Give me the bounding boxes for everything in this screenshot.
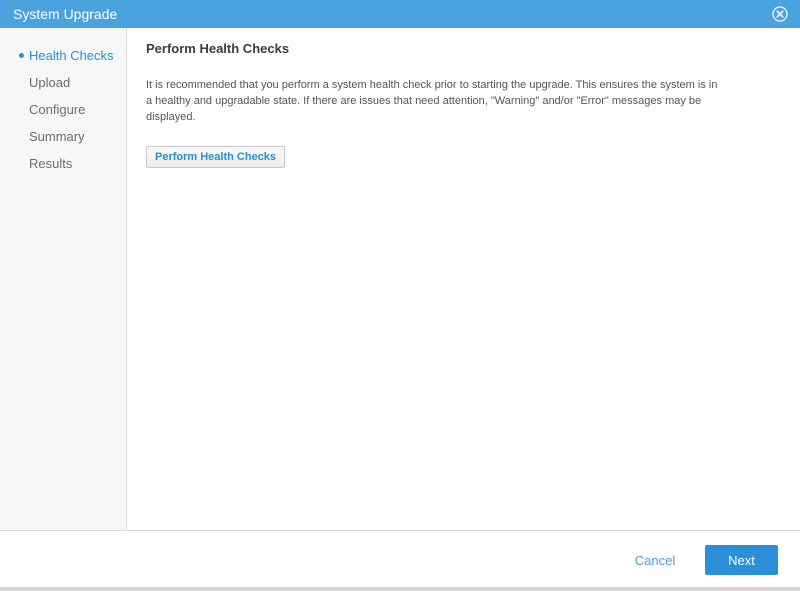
active-step-bullet-icon — [19, 53, 24, 58]
cancel-button[interactable]: Cancel — [624, 550, 686, 570]
step-health-checks[interactable]: Health Checks — [19, 48, 114, 63]
step-label: Results — [29, 156, 73, 171]
dialog-footer: Cancel Next — [0, 530, 800, 587]
step-summary[interactable]: Summary — [29, 129, 85, 144]
step-label: Summary — [29, 129, 85, 144]
next-button[interactable]: Next — [705, 545, 778, 575]
main-content: Perform Health Checks It is recommended … — [127, 28, 800, 530]
step-label: Upload — [29, 75, 71, 90]
close-icon[interactable] — [772, 6, 788, 22]
step-upload[interactable]: Upload — [29, 75, 70, 90]
step-configure[interactable]: Configure — [29, 102, 85, 117]
section-heading: Perform Health Checks — [146, 41, 290, 56]
step-label: Health Checks — [29, 48, 114, 63]
step-label: Configure — [29, 102, 86, 117]
perform-health-checks-button[interactable]: Perform Health Checks — [146, 146, 286, 168]
title-bar: System Upgrade — [0, 0, 800, 28]
wizard-steps-sidebar: Health Checks Upload Configure Summary R… — [0, 28, 127, 530]
system-upgrade-dialog: System Upgrade Health Checks Upload Conf… — [0, 0, 800, 591]
health-check-description: It is recommended that you perform a sys… — [146, 79, 718, 123]
dialog-title: System Upgrade — [13, 6, 118, 22]
step-results[interactable]: Results — [29, 156, 72, 171]
